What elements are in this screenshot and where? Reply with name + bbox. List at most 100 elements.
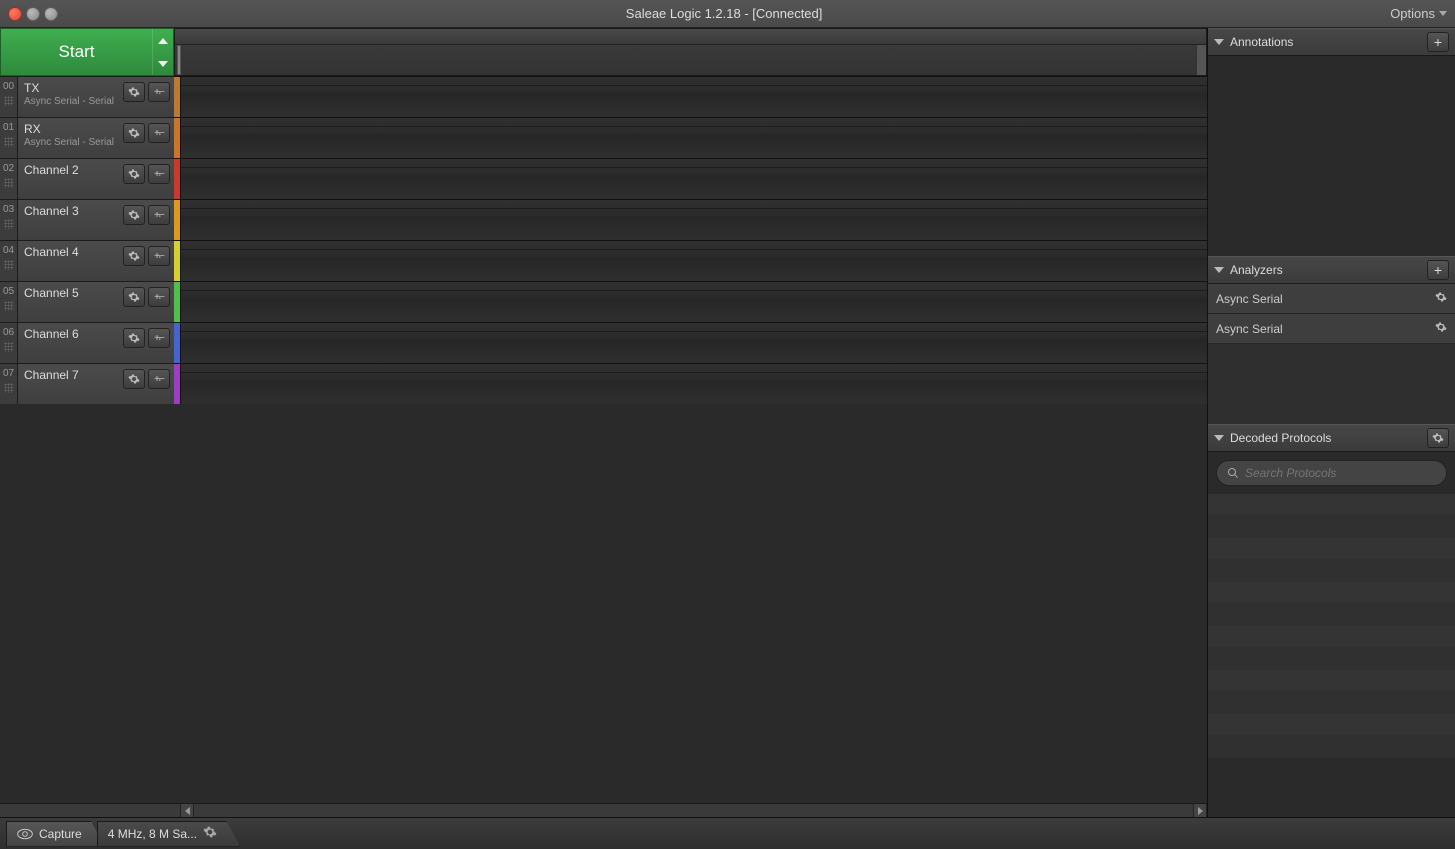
decoded-settings-button[interactable] [1427, 428, 1449, 448]
waveform-row[interactable] [174, 117, 1207, 158]
channel-trigger-button[interactable]: +⌐ [148, 205, 170, 225]
drag-grip-icon[interactable] [4, 260, 14, 270]
channel-body[interactable]: Channel 3+⌐ [18, 200, 174, 240]
hscroll-right-button[interactable] [1193, 804, 1207, 817]
channel-settings-button[interactable] [123, 164, 145, 184]
channel-index[interactable]: 05 [0, 282, 18, 322]
waveform-canvas[interactable] [180, 118, 1207, 158]
options-menu-button[interactable]: Options [1390, 6, 1447, 21]
channel-settings-button[interactable] [123, 287, 145, 307]
analyzer-item[interactable]: Async Serial [1208, 314, 1455, 344]
drag-grip-icon[interactable] [4, 219, 14, 229]
analyzers-empty-area[interactable] [1208, 344, 1455, 424]
channel-settings-button[interactable] [123, 369, 145, 389]
window-minimize-button[interactable] [26, 7, 40, 21]
analyzer-item-settings[interactable] [1435, 291, 1447, 306]
decoded-panel-body [1208, 452, 1455, 817]
timeline-cursor-handle[interactable] [177, 45, 181, 75]
channel-settings-button[interactable] [123, 328, 145, 348]
waveform-row[interactable] [174, 76, 1207, 117]
settings-tab-gear[interactable] [203, 825, 217, 842]
decoded-panel-header[interactable]: Decoded Protocols [1208, 424, 1455, 452]
channel-settings-button[interactable] [123, 123, 145, 143]
decoded-search-box[interactable] [1216, 460, 1447, 486]
window-close-button[interactable] [8, 7, 22, 21]
waveform-row[interactable] [174, 281, 1207, 322]
timeline-vscroll-button[interactable] [1196, 45, 1206, 75]
waveform-canvas[interactable] [180, 241, 1207, 281]
channel-index[interactable]: 00 [0, 77, 18, 117]
decoded-search-input[interactable] [1245, 466, 1436, 480]
channel-settings-button[interactable] [123, 205, 145, 225]
channel-body[interactable]: Channel 7+⌐ [18, 364, 174, 404]
waveform-row[interactable] [174, 240, 1207, 281]
drag-grip-icon[interactable] [4, 96, 14, 106]
channel-trigger-button[interactable]: +⌐ [148, 164, 170, 184]
timeline-ruler-bottom[interactable] [175, 45, 1206, 75]
analyzer-item[interactable]: Async Serial [1208, 284, 1455, 314]
channel-trigger-button[interactable]: +⌐ [148, 82, 170, 102]
titlebar: Saleae Logic 1.2.18 - [Connected] Option… [0, 0, 1455, 28]
channel-index[interactable]: 02 [0, 159, 18, 199]
empty-canvas-area[interactable] [0, 404, 1207, 803]
channel-index[interactable]: 01 [0, 118, 18, 158]
waveform-canvas[interactable] [180, 77, 1207, 117]
waveform-row[interactable] [174, 363, 1207, 404]
waveform-canvas[interactable] [180, 364, 1207, 404]
channel-settings-button[interactable] [123, 246, 145, 266]
timeline-header[interactable] [174, 28, 1207, 76]
channel-body[interactable]: Channel 6+⌐ [18, 323, 174, 363]
start-arrow-down[interactable] [153, 52, 173, 75]
waveform-row[interactable] [174, 158, 1207, 199]
channel-body[interactable]: RXAsync Serial - Serial+⌐ [18, 118, 174, 158]
hscroll-left-button[interactable] [180, 804, 194, 817]
waveform-rows [174, 76, 1207, 404]
decoded-row [1208, 736, 1455, 758]
channel-name-block: Channel 5 [24, 286, 123, 300]
horizontal-scrollbar[interactable] [0, 803, 1207, 817]
drag-grip-icon[interactable] [4, 137, 14, 147]
waveform-canvas[interactable] [180, 282, 1207, 322]
drag-grip-icon[interactable] [4, 301, 14, 311]
waveform-canvas[interactable] [180, 200, 1207, 240]
start-button[interactable]: Start [0, 28, 152, 76]
decoded-row [1208, 604, 1455, 626]
channel-trigger-button[interactable]: +⌐ [148, 246, 170, 266]
channel-body[interactable]: Channel 5 +⌐ [18, 282, 174, 322]
channel-body[interactable]: TXAsync Serial - Serial +⌐ [18, 77, 174, 117]
annotations-panel-header[interactable]: Annotations + [1208, 28, 1455, 56]
window-maximize-button[interactable] [44, 7, 58, 21]
waveform-row[interactable] [174, 322, 1207, 363]
analyzers-add-button[interactable]: + [1427, 260, 1449, 280]
channel-index[interactable]: 07 [0, 364, 18, 404]
settings-tab[interactable]: 4 MHz, 8 M Sa... [97, 821, 240, 847]
capture-tab[interactable]: Capture [6, 821, 105, 847]
start-arrow-up[interactable] [153, 29, 173, 52]
channel-settings-button[interactable] [123, 82, 145, 102]
gear-icon [128, 86, 140, 98]
channel-name-block: TXAsync Serial - Serial [24, 81, 123, 107]
channel-trigger-button[interactable]: +⌐ [148, 328, 170, 348]
timeline-ruler-top[interactable] [175, 29, 1206, 45]
channel-body[interactable]: Channel 2+⌐ [18, 159, 174, 199]
channel-body[interactable]: Channel 4+⌐ [18, 241, 174, 281]
analyzers-panel-header[interactable]: Analyzers + [1208, 256, 1455, 284]
waveform-canvas[interactable] [180, 323, 1207, 363]
drag-grip-icon[interactable] [4, 178, 14, 188]
channel-index[interactable]: 04 [0, 241, 18, 281]
gear-icon [128, 127, 140, 139]
start-arrows[interactable] [152, 28, 174, 76]
channel-trigger-button[interactable]: +⌐ [148, 369, 170, 389]
drag-grip-icon[interactable] [4, 342, 14, 352]
channel-index[interactable]: 03 [0, 200, 18, 240]
channel-trigger-button[interactable]: +⌐ [148, 123, 170, 143]
drag-grip-icon[interactable] [4, 383, 14, 393]
channel-index[interactable]: 06 [0, 323, 18, 363]
annotations-add-button[interactable]: + [1427, 32, 1449, 52]
analyzer-item-settings[interactable] [1435, 321, 1447, 336]
decoded-results-list[interactable] [1208, 494, 1455, 817]
annotations-panel-body[interactable] [1208, 56, 1455, 256]
waveform-row[interactable] [174, 199, 1207, 240]
channel-trigger-button[interactable]: +⌐ [148, 287, 170, 307]
waveform-canvas[interactable] [180, 159, 1207, 199]
